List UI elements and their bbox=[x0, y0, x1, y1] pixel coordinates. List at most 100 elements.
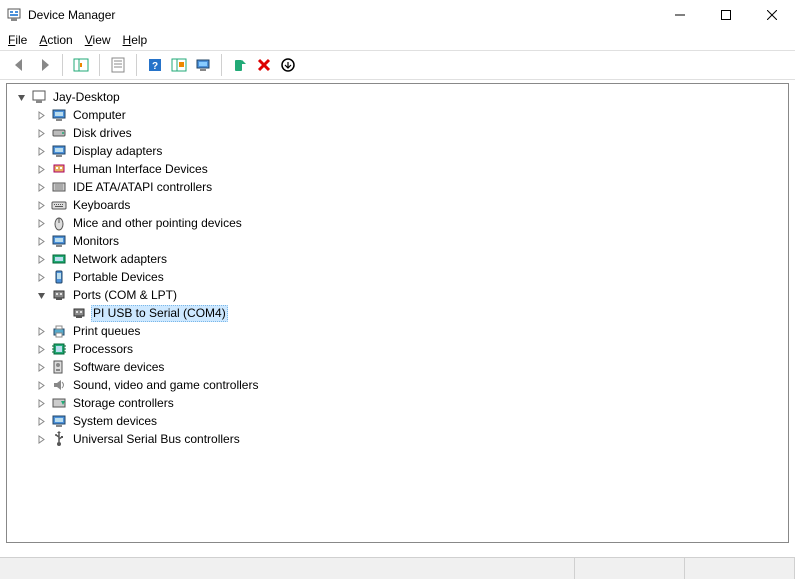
scan-hardware-button[interactable] bbox=[191, 53, 215, 77]
node-label[interactable]: Network adapters bbox=[71, 251, 169, 267]
toolbar-separator bbox=[136, 54, 137, 76]
chevron-right-icon[interactable] bbox=[35, 433, 47, 445]
chevron-right-icon[interactable] bbox=[35, 109, 47, 121]
node-label[interactable]: PI USB to Serial (COM4) bbox=[91, 305, 228, 322]
tree-node-keyboards[interactable]: Keyboards bbox=[35, 196, 788, 214]
tree-node-system[interactable]: System devices bbox=[35, 412, 788, 430]
uninstall-button[interactable] bbox=[252, 53, 276, 77]
menu-view[interactable]: View bbox=[85, 33, 111, 47]
chevron-right-icon[interactable] bbox=[35, 181, 47, 193]
node-label[interactable]: Processors bbox=[71, 341, 135, 357]
tree-node-processors[interactable]: Processors bbox=[35, 340, 788, 358]
chevron-right-icon[interactable] bbox=[35, 253, 47, 265]
chevron-right-icon[interactable] bbox=[35, 361, 47, 373]
forward-button[interactable] bbox=[32, 53, 56, 77]
device-tree[interactable]: Jay-Desktop Computer Disk drives Display a… bbox=[6, 83, 789, 543]
monitor-icon bbox=[51, 233, 67, 249]
sound-icon bbox=[51, 377, 67, 393]
window-controls bbox=[657, 0, 795, 29]
node-label[interactable]: Software devices bbox=[71, 359, 166, 375]
network-icon bbox=[51, 251, 67, 267]
printer-icon bbox=[51, 323, 67, 339]
tree-node-ports[interactable]: Ports (COM & LPT) bbox=[35, 286, 788, 304]
properties-button[interactable] bbox=[106, 53, 130, 77]
tree-node-disk_drives[interactable]: Disk drives bbox=[35, 124, 788, 142]
tree-node-portable[interactable]: Portable Devices bbox=[35, 268, 788, 286]
chevron-right-icon[interactable] bbox=[35, 271, 47, 283]
chevron-down-icon[interactable] bbox=[15, 91, 27, 103]
chevron-right-icon[interactable] bbox=[35, 397, 47, 409]
node-label[interactable]: Computer bbox=[71, 107, 128, 123]
disable-button[interactable] bbox=[276, 53, 300, 77]
tree-node-usb[interactable]: Universal Serial Bus controllers bbox=[35, 430, 788, 448]
app-icon bbox=[6, 7, 22, 23]
toolbar-separator bbox=[221, 54, 222, 76]
node-label[interactable]: Keyboards bbox=[71, 197, 132, 213]
chevron-right-icon[interactable] bbox=[35, 217, 47, 229]
enable-button[interactable] bbox=[228, 53, 252, 77]
tree-node-display_adapters[interactable]: Display adapters bbox=[35, 142, 788, 160]
console-tree-button[interactable] bbox=[69, 53, 93, 77]
chevron-right-icon[interactable] bbox=[35, 127, 47, 139]
port-icon bbox=[51, 287, 67, 303]
help-button[interactable]: ? bbox=[143, 53, 167, 77]
node-label[interactable]: IDE ATA/ATAPI controllers bbox=[71, 179, 214, 195]
hid-icon bbox=[51, 161, 67, 177]
node-label[interactable]: Mice and other pointing devices bbox=[71, 215, 244, 231]
window-title: Device Manager bbox=[28, 8, 657, 22]
node-label[interactable]: Human Interface Devices bbox=[71, 161, 210, 177]
menu-action[interactable]: Action bbox=[39, 33, 72, 47]
chevron-right-icon[interactable] bbox=[35, 163, 47, 175]
monitor-icon bbox=[51, 143, 67, 159]
mouse-icon bbox=[51, 215, 67, 231]
chevron-right-icon[interactable] bbox=[35, 415, 47, 427]
chevron-right-icon[interactable] bbox=[35, 235, 47, 247]
node-label[interactable]: Storage controllers bbox=[71, 395, 176, 411]
cpu-icon bbox=[51, 341, 67, 357]
node-label[interactable]: Universal Serial Bus controllers bbox=[71, 431, 242, 447]
tree-node-print_queues[interactable]: Print queues bbox=[35, 322, 788, 340]
tree-node-ports_child[interactable]: PI USB to Serial (COM4) bbox=[35, 304, 788, 322]
disk-icon bbox=[51, 125, 67, 141]
node-label[interactable]: Portable Devices bbox=[71, 269, 166, 285]
node-label[interactable]: Display adapters bbox=[71, 143, 164, 159]
maximize-button[interactable] bbox=[703, 0, 749, 30]
tree-node-computer[interactable]: Computer bbox=[35, 106, 788, 124]
menu-file[interactable]: File bbox=[8, 33, 27, 47]
chevron-right-icon[interactable] bbox=[35, 343, 47, 355]
svg-text:?: ? bbox=[152, 61, 158, 72]
menubar: File Action View Help bbox=[0, 30, 795, 50]
tree-node-storage[interactable]: Storage controllers bbox=[35, 394, 788, 412]
statusbar-pane bbox=[575, 558, 685, 579]
storage-icon bbox=[51, 395, 67, 411]
chevron-right-icon[interactable] bbox=[35, 145, 47, 157]
menu-help[interactable]: Help bbox=[123, 33, 148, 47]
chevron-down-icon[interactable] bbox=[35, 289, 47, 301]
node-label[interactable]: Sound, video and game controllers bbox=[71, 377, 260, 393]
tree-node-mice[interactable]: Mice and other pointing devices bbox=[35, 214, 788, 232]
chevron-right-icon[interactable] bbox=[35, 325, 47, 337]
node-label[interactable]: Jay-Desktop bbox=[51, 89, 122, 105]
close-button[interactable] bbox=[749, 0, 795, 30]
toolbar: ? bbox=[0, 50, 795, 80]
tree-node-ide[interactable]: IDE ATA/ATAPI controllers bbox=[35, 178, 788, 196]
tree-node-network[interactable]: Network adapters bbox=[35, 250, 788, 268]
tree-node-hid[interactable]: Human Interface Devices bbox=[35, 160, 788, 178]
chevron-right-icon[interactable] bbox=[35, 379, 47, 391]
node-label[interactable]: Disk drives bbox=[71, 125, 134, 141]
tree-node-software_devices[interactable]: Software devices bbox=[35, 358, 788, 376]
chevron-right-icon[interactable] bbox=[35, 199, 47, 211]
minimize-button[interactable] bbox=[657, 0, 703, 30]
node-label[interactable]: System devices bbox=[71, 413, 159, 429]
node-label[interactable]: Ports (COM & LPT) bbox=[71, 287, 179, 303]
keyboard-icon bbox=[51, 197, 67, 213]
tree-root-node[interactable]: Jay-Desktop bbox=[15, 88, 788, 106]
tree-node-monitors[interactable]: Monitors bbox=[35, 232, 788, 250]
tree-node-sound[interactable]: Sound, video and game controllers bbox=[35, 376, 788, 394]
back-button[interactable] bbox=[8, 53, 32, 77]
node-label[interactable]: Print queues bbox=[71, 323, 142, 339]
statusbar-pane bbox=[0, 558, 575, 579]
update-driver-button[interactable] bbox=[167, 53, 191, 77]
software-icon bbox=[51, 359, 67, 375]
node-label[interactable]: Monitors bbox=[71, 233, 121, 249]
